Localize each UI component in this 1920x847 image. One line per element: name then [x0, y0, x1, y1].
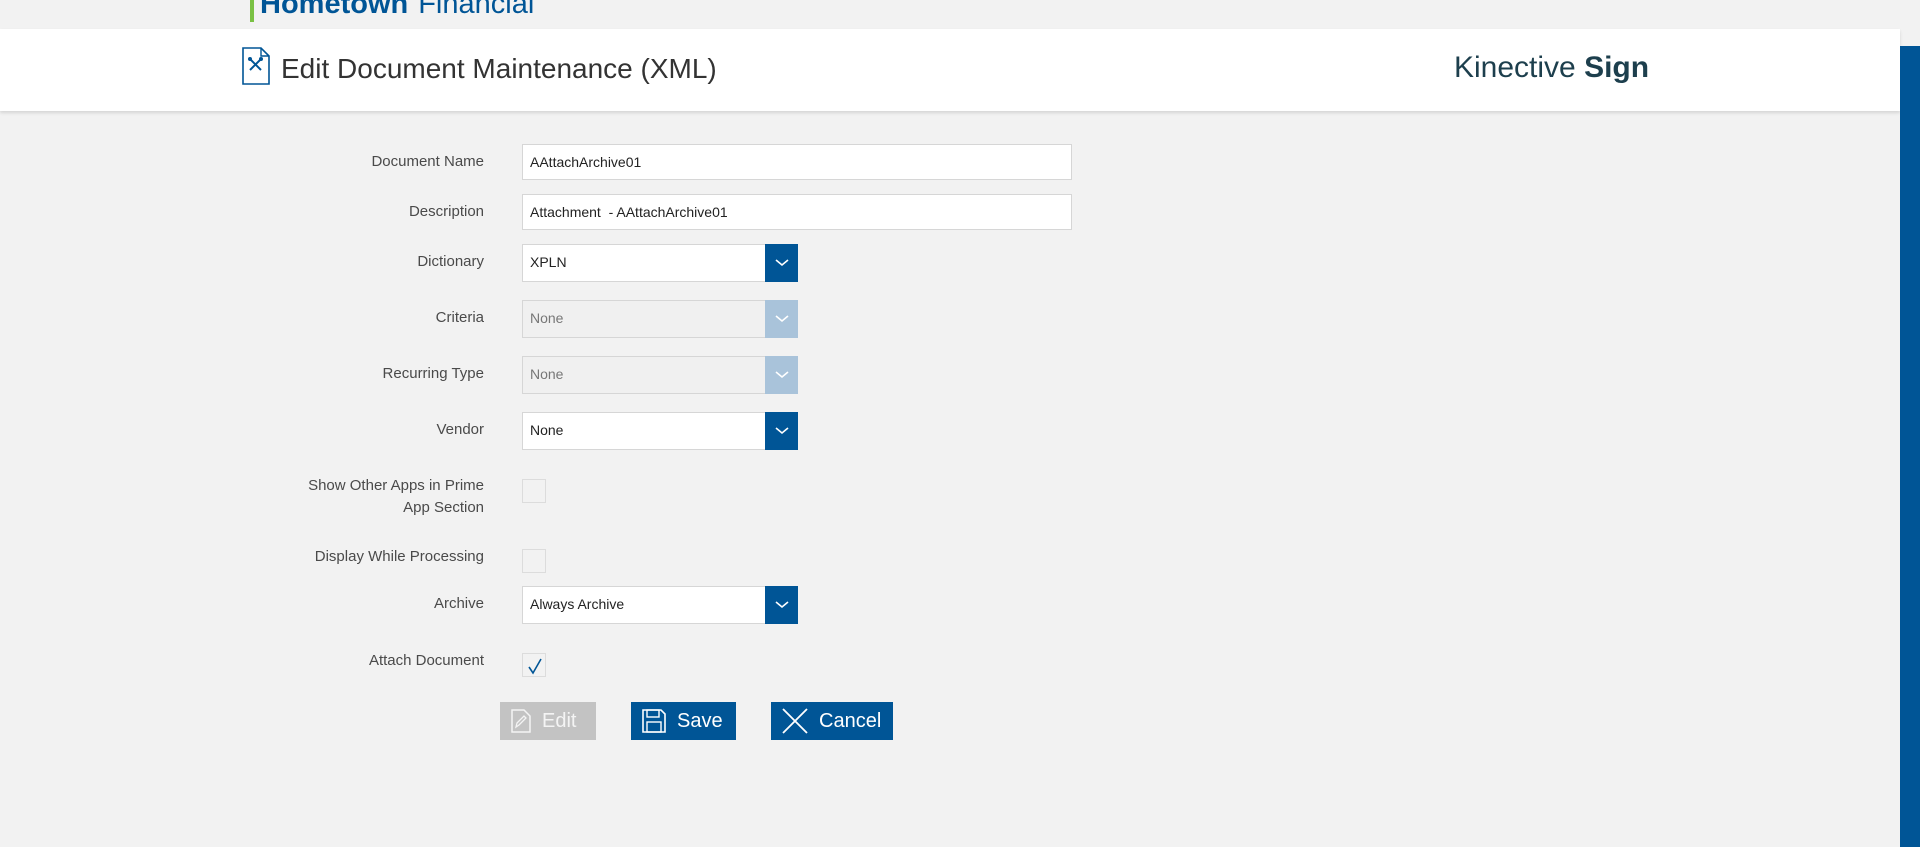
document-name-input[interactable] [522, 144, 1072, 180]
vertical-scrollbar[interactable] [1900, 46, 1920, 847]
edit-button-label: Edit [542, 709, 577, 732]
edit-button[interactable]: Edit [500, 702, 596, 740]
recurring-type-label: Recurring Type [382, 365, 484, 382]
recurring-type-dropdown-button [765, 356, 798, 394]
archive-select-value: Always Archive [530, 596, 625, 612]
dictionary-select[interactable]: XPLN [522, 244, 798, 282]
cancel-button[interactable]: Cancel [771, 702, 893, 740]
criteria-select-value: None [530, 310, 564, 326]
logo-accent-bar [250, 0, 254, 22]
recurring-type-select: None [522, 356, 798, 394]
vendor-select[interactable]: None [522, 412, 798, 450]
close-icon [782, 708, 808, 734]
chevron-down-icon [774, 259, 789, 267]
logo-word-hometown: Hometown [260, 0, 409, 20]
edit-pencil-icon [511, 709, 531, 733]
show-other-apps-label-line2: App Section [403, 499, 484, 516]
save-button[interactable]: Save [631, 702, 736, 740]
show-other-apps-label-line1: Show Other Apps in Prime [308, 477, 484, 494]
archive-select[interactable]: Always Archive [522, 586, 798, 624]
show-other-apps-checkbox[interactable] [522, 479, 546, 503]
criteria-label: Criteria [435, 309, 484, 326]
attach-document-label: Attach Document [368, 652, 484, 669]
attach-document-checkbox[interactable] [522, 653, 546, 677]
logo-word-financial: Financial [418, 0, 535, 20]
product-brand: Kinective Sign [1454, 51, 1649, 85]
vendor-dropdown-button[interactable] [765, 412, 798, 450]
vendor-label: Vendor [436, 421, 484, 438]
document-tools-icon [242, 47, 270, 85]
page-header: Edit Document Maintenance (XML) Kinectiv… [0, 29, 1900, 111]
dictionary-label: Dictionary [417, 253, 484, 270]
brand-bold-text: Sign [1584, 51, 1650, 84]
description-input[interactable] [522, 194, 1072, 230]
recurring-type-select-value: None [530, 366, 564, 382]
document-name-label: Document Name [371, 153, 484, 170]
display-while-processing-label: Display While Processing [314, 548, 484, 565]
show-other-apps-label: Show Other Apps in Prime App Section [214, 475, 484, 519]
dictionary-dropdown-button[interactable] [765, 244, 798, 282]
chevron-down-icon [774, 427, 789, 435]
vendor-select-value: None [530, 422, 564, 438]
save-button-label: Save [677, 709, 723, 732]
description-label: Description [408, 203, 484, 220]
top-bar: Hometown Financial [0, 0, 1900, 29]
chevron-down-icon [774, 315, 789, 323]
criteria-select: None [522, 300, 798, 338]
cancel-button-label: Cancel [819, 709, 882, 732]
checkmark-icon [528, 658, 542, 675]
archive-dropdown-button[interactable] [765, 586, 798, 624]
company-logo[interactable]: Hometown Financial [250, 0, 534, 22]
criteria-dropdown-button [765, 300, 798, 338]
page-title: Edit Document Maintenance (XML) [281, 53, 717, 84]
chevron-down-icon [774, 601, 789, 609]
floppy-disk-icon [642, 709, 666, 733]
display-while-processing-checkbox[interactable] [522, 549, 546, 573]
chevron-down-icon [774, 371, 789, 379]
archive-label: Archive [433, 595, 484, 612]
brand-light-text: Kinective [1454, 51, 1576, 84]
dictionary-select-value: XPLN [530, 254, 567, 270]
